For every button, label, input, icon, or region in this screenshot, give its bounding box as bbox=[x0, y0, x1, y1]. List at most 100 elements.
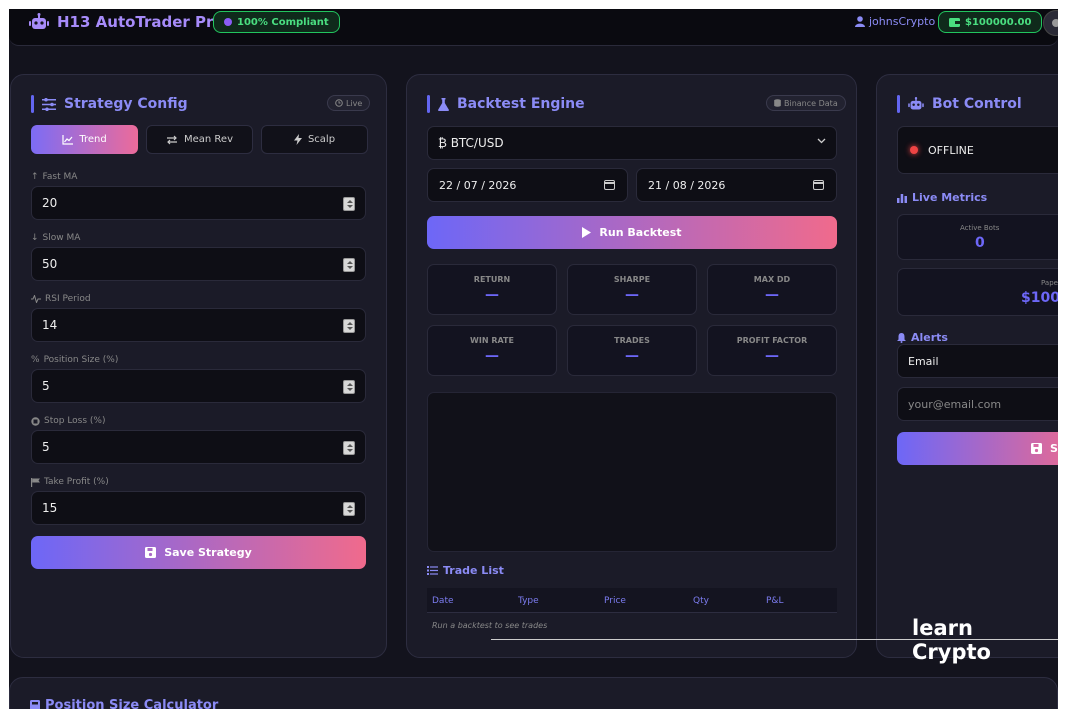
metric-return: RETURN — bbox=[427, 264, 557, 315]
flask-icon bbox=[438, 97, 449, 111]
metric-value: — bbox=[485, 348, 499, 364]
start-date-input[interactable]: 22 / 07 / 2026 bbox=[427, 168, 628, 202]
column-header-price[interactable]: Price bbox=[604, 596, 626, 606]
position-size-input[interactable]: 5 bbox=[31, 369, 366, 403]
metric-label: MAX DD bbox=[753, 275, 791, 284]
metric-label: SHARPE bbox=[613, 275, 651, 284]
live-pill-text: Live bbox=[346, 98, 363, 108]
slow-ma-input[interactable]: 50 bbox=[31, 247, 366, 281]
floppy-disk-icon bbox=[145, 547, 157, 558]
position-size-calculator-card: Position Size Calculator bbox=[9, 677, 1058, 709]
accent-bar bbox=[897, 95, 900, 113]
pair-value: ₿ BTC/USD bbox=[438, 136, 504, 150]
tab-mean-rev[interactable]: Mean Rev bbox=[146, 125, 253, 154]
app-logo[interactable]: H13 AutoTrader Pro bbox=[29, 13, 224, 31]
stop-loss-input[interactable]: 5 bbox=[31, 430, 366, 464]
fast-ma-stepper[interactable] bbox=[343, 197, 355, 211]
bot-control-title: Bot Control bbox=[932, 96, 1022, 112]
list-icon bbox=[427, 566, 438, 575]
paper-balance-stat: Pape $100, bbox=[897, 268, 1058, 316]
metric-max-dd: MAX DD — bbox=[707, 264, 837, 315]
clock-icon bbox=[335, 99, 343, 107]
balance-badge: $100000.00 bbox=[938, 11, 1043, 33]
metric-sharpe: SHARPE — bbox=[567, 264, 697, 315]
paper-balance-value: $100, bbox=[1021, 290, 1058, 306]
strategy-config-card: Strategy Config Live Trend Mean Rev Scal… bbox=[10, 74, 387, 658]
alerts-title: Alerts bbox=[897, 331, 948, 344]
status-dot-icon bbox=[224, 18, 232, 26]
calendar-icon[interactable] bbox=[813, 180, 824, 190]
app-frame: H13 AutoTrader Pro 100% Compliant johnsC… bbox=[9, 9, 1058, 709]
tab-trend-label: Trend bbox=[79, 134, 107, 145]
tab-scalp[interactable]: Scalp bbox=[261, 125, 368, 154]
compliance-badge: 100% Compliant bbox=[213, 11, 340, 33]
metric-win-rate: WIN RATE — bbox=[427, 325, 557, 376]
run-backtest-label: Run Backtest bbox=[599, 226, 682, 239]
metric-value: — bbox=[765, 348, 779, 364]
calculator-title-text: Position Size Calculator bbox=[45, 698, 219, 709]
rsi-period-label: RSI Period bbox=[31, 294, 91, 304]
position-size-value: 5 bbox=[42, 379, 50, 393]
bot-control-header: Bot Control bbox=[897, 95, 1022, 113]
position-size-label-text: Position Size (%) bbox=[43, 355, 119, 365]
rsi-period-input[interactable]: 14 bbox=[31, 308, 366, 342]
end-date-input[interactable]: 21 / 08 / 2026 bbox=[636, 168, 837, 202]
save-alerts-button[interactable]: Sa bbox=[897, 432, 1058, 465]
trade-list-title-text: Trade List bbox=[443, 564, 504, 577]
metric-value: — bbox=[765, 287, 779, 303]
slow-ma-label: ↓ Slow MA bbox=[31, 233, 80, 243]
trade-list-title: Trade List bbox=[427, 564, 504, 577]
save-alerts-label: Sa bbox=[1050, 442, 1058, 455]
floppy-disk-icon bbox=[1031, 443, 1042, 454]
slow-ma-label-text: Slow MA bbox=[42, 233, 81, 243]
chart-line-icon bbox=[62, 134, 74, 145]
slow-ma-stepper[interactable] bbox=[343, 258, 355, 272]
tab-trend[interactable]: Trend bbox=[31, 125, 138, 154]
calendar-icon[interactable] bbox=[604, 180, 615, 190]
arrow-down-icon: ↓ bbox=[31, 233, 39, 243]
active-bots-stat: Active Bots 0 bbox=[897, 214, 1058, 260]
metric-value: — bbox=[485, 287, 499, 303]
save-strategy-button[interactable]: Save Strategy bbox=[31, 536, 366, 569]
sliders-icon bbox=[42, 97, 56, 111]
email-input[interactable]: your@email.com bbox=[897, 387, 1058, 421]
alert-channel-select[interactable]: Email bbox=[897, 344, 1058, 378]
column-header-qty[interactable]: Qty bbox=[693, 596, 709, 606]
stop-icon bbox=[31, 416, 40, 426]
metric-value: — bbox=[625, 348, 639, 364]
arrow-up-icon: ↑ bbox=[31, 172, 39, 182]
database-icon bbox=[774, 99, 781, 107]
bot-status-text: OFFLINE bbox=[928, 143, 974, 157]
theme-toggle-button[interactable] bbox=[1043, 10, 1058, 36]
paper-balance-label: Pape bbox=[1041, 279, 1058, 287]
live-pill: Live bbox=[327, 95, 371, 111]
user-profile[interactable]: johnsCrypto bbox=[855, 15, 935, 28]
column-header-pnl[interactable]: P&L bbox=[766, 596, 783, 606]
strategy-header: Strategy Config bbox=[31, 95, 188, 113]
fast-ma-input[interactable]: 20 bbox=[31, 186, 366, 220]
column-header-date[interactable]: Date bbox=[432, 596, 454, 606]
trade-table-header: Date Type Price Qty P&L bbox=[427, 588, 837, 613]
backtest-title: Backtest Engine bbox=[457, 96, 585, 112]
rsi-period-stepper[interactable] bbox=[343, 319, 355, 333]
arrows-exchange-icon bbox=[166, 135, 178, 145]
active-bots-label: Active Bots bbox=[960, 224, 1000, 232]
metric-label: WIN RATE bbox=[470, 336, 514, 345]
app-title: H13 AutoTrader Pro bbox=[57, 13, 224, 31]
column-header-type[interactable]: Type bbox=[518, 596, 539, 606]
accent-bar bbox=[31, 95, 34, 113]
metric-value: — bbox=[625, 287, 639, 303]
alert-channel-value: Email bbox=[908, 354, 939, 368]
accent-bar bbox=[427, 95, 430, 113]
position-size-stepper[interactable] bbox=[343, 380, 355, 394]
take-profit-stepper[interactable] bbox=[343, 502, 355, 516]
pair-select[interactable]: ₿ BTC/USD bbox=[427, 126, 837, 160]
backtest-chart-area bbox=[427, 392, 837, 552]
slow-ma-value: 50 bbox=[42, 257, 58, 271]
stop-loss-stepper[interactable] bbox=[343, 441, 355, 455]
fast-ma-label-text: Fast MA bbox=[42, 172, 78, 182]
run-backtest-button[interactable]: Run Backtest bbox=[427, 216, 837, 249]
metric-trades: TRADES — bbox=[567, 325, 697, 376]
take-profit-input[interactable]: 15 bbox=[31, 491, 366, 525]
bar-chart-icon bbox=[897, 193, 907, 203]
